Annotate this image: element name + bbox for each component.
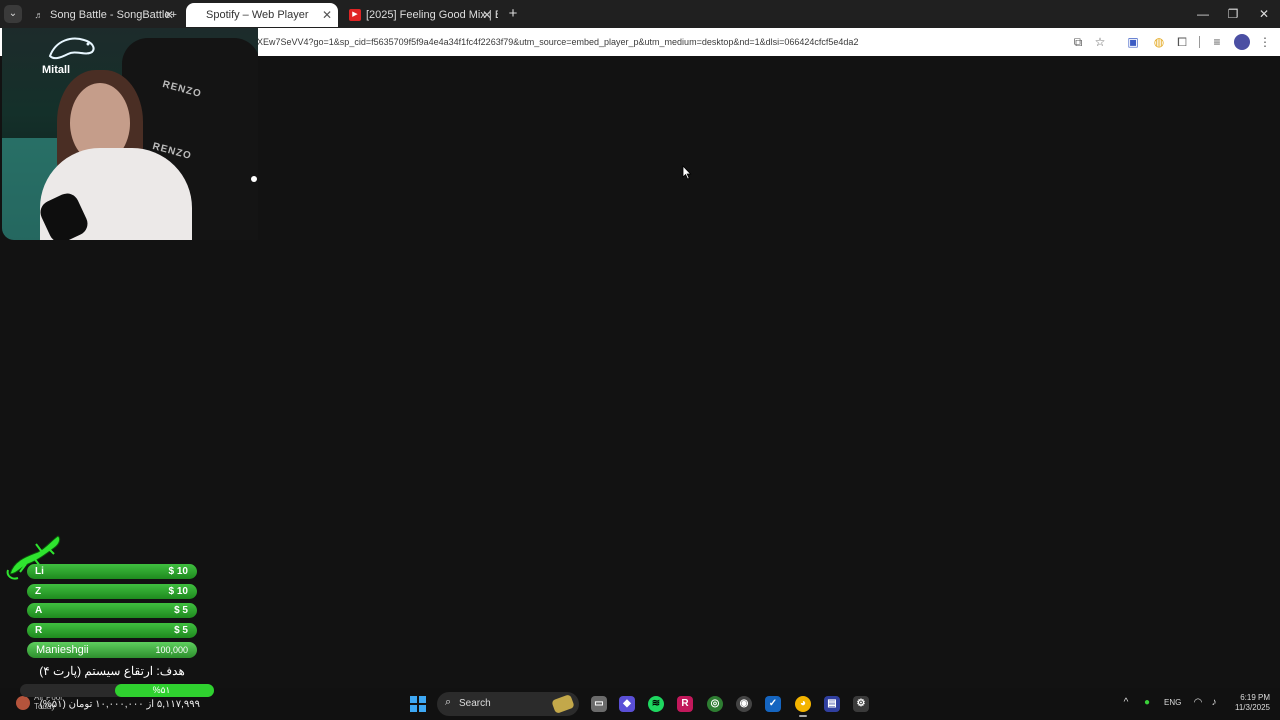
chrome-icon[interactable]: ◕ xyxy=(795,696,811,712)
top-donor-amount: 100,000 xyxy=(155,645,188,655)
search-label: Search xyxy=(459,698,491,709)
search-highlight-icon xyxy=(551,694,575,714)
close-tab-icon[interactable]: ✕ xyxy=(322,3,332,27)
tab-search-button[interactable]: ⌄ xyxy=(4,5,22,23)
settings-gear-icon[interactable]: ⚙ xyxy=(853,696,869,712)
extensions-puzzle-icon[interactable]: ⧠ xyxy=(1174,34,1190,50)
song-battle-favicon-icon: ♬ xyxy=(34,10,44,20)
reading-list-icon[interactable]: ≡ xyxy=(1209,34,1225,50)
start-button[interactable] xyxy=(410,696,426,712)
donation-amount: $ 10 xyxy=(168,566,188,577)
bookmark-star-icon[interactable]: ☆ xyxy=(1092,34,1108,50)
monitor-app-icon[interactable]: ▤ xyxy=(824,696,840,712)
copilot-icon[interactable]: ◆ xyxy=(619,696,635,712)
active-app-indicator xyxy=(799,715,807,717)
task-view-icon[interactable]: ▭ xyxy=(591,696,607,712)
new-tab-button[interactable]: + xyxy=(504,5,522,23)
mouse-cursor-icon xyxy=(682,165,692,180)
system-clock[interactable]: 6:19 PM 11/3/2025 xyxy=(1226,693,1270,713)
top-donor-name: Manieshgii xyxy=(36,644,89,656)
donor-name: A xyxy=(35,605,43,616)
taskbar-search-box[interactable]: ⌕ Search xyxy=(437,692,579,716)
tab-title: [2025] Feeling Good Mix | Best xyxy=(366,9,498,21)
donation-amount: $ 5 xyxy=(174,605,188,616)
donation-row: R $ 5 xyxy=(27,623,197,638)
clock-date: 11/3/2025 xyxy=(1235,703,1270,712)
minimize-button[interactable]: — xyxy=(1188,0,1218,28)
microphone-icon[interactable]: ● xyxy=(1141,697,1153,709)
donation-amount: $ 10 xyxy=(168,586,188,597)
volume-icon[interactable]: ♪ xyxy=(1208,697,1220,709)
donation-row: Z $ 10 xyxy=(27,584,197,599)
tab-youtube-mix[interactable]: ▶ [2025] Feeling Good Mix | Best ✕ xyxy=(344,3,498,27)
tab-spotify-web-player[interactable]: Spotify – Web Player ✕ xyxy=(186,3,338,27)
close-tab-icon[interactable]: ✕ xyxy=(164,3,174,27)
donation-row: A $ 5 xyxy=(27,603,197,618)
browser-menu-icon[interactable]: ⋮ xyxy=(1257,34,1273,50)
top-donor-row: Manieshgii 100,000 xyxy=(27,642,197,658)
goal-percent-label: %۵۱ xyxy=(152,685,171,695)
toolbar-divider xyxy=(1199,36,1200,48)
tab-title: Spotify – Web Player xyxy=(206,9,309,21)
lizard-logo-icon xyxy=(48,37,95,60)
spotify-icon[interactable]: ≋ xyxy=(648,696,664,712)
donation-row: Li $ 10 xyxy=(27,564,197,579)
donor-name: Z xyxy=(35,586,42,597)
chrome-green-icon[interactable]: ◎ xyxy=(707,696,723,712)
browser-tab-strip: ⌄ ♬ Song Battle - SongBattle+ ✕ Spotify … xyxy=(0,0,1280,28)
close-tab-icon[interactable]: ✕ xyxy=(482,3,492,27)
close-window-button[interactable]: ✕ xyxy=(1249,0,1279,28)
donor-name: Li xyxy=(35,566,44,577)
webcam-overlay: RENZO RENZO Mitall xyxy=(2,28,258,240)
address-bar[interactable]: UIXEw7SeVV4?go=1&sp_cid=f5635709f5f9a4e4… xyxy=(248,28,858,56)
wifi-icon[interactable]: ◠ xyxy=(1192,697,1204,709)
search-icon: ⌕ xyxy=(445,696,452,708)
clock-time: 6:19 PM xyxy=(1240,693,1270,702)
cam-indicator-dot xyxy=(251,176,257,182)
vscode-icon[interactable]: ✓ xyxy=(765,696,781,712)
r-app-icon[interactable]: R xyxy=(677,696,693,712)
tab-title: Song Battle - SongBattle+ xyxy=(50,9,177,21)
youtube-favicon-icon: ▶ xyxy=(349,9,361,21)
language-indicator[interactable]: ENG xyxy=(1164,696,1181,710)
obs-icon[interactable]: ◉ xyxy=(736,696,752,712)
donor-name: R xyxy=(35,625,43,636)
donation-goal-title: هدف: ارتقاع سیستم (پارت ۴) xyxy=(39,664,185,678)
restore-button[interactable]: ❐ xyxy=(1218,0,1248,28)
extension-globe-icon[interactable]: ◍ xyxy=(1151,34,1167,50)
install-app-icon[interactable]: ⧉ xyxy=(1070,34,1086,50)
donation-amount: $ 5 xyxy=(174,625,188,636)
tray-overflow-icon[interactable]: ^ xyxy=(1120,697,1132,709)
tab-song-battle[interactable]: ♬ Song Battle - SongBattle+ ✕ xyxy=(28,3,180,27)
channel-logo: Mitall xyxy=(42,30,106,76)
channel-logo-text: Mitall xyxy=(42,64,71,76)
goal-amount-text: ۵,۱۱۷,۹۹۹ از ۱۰,۰۰۰,۰۰۰ تومان (۵۱%) xyxy=(39,699,200,710)
profile-avatar[interactable] xyxy=(1234,34,1250,50)
extension-screen-icon[interactable]: ▣ xyxy=(1125,34,1141,50)
chair-brand-text: RENZO xyxy=(161,79,203,100)
